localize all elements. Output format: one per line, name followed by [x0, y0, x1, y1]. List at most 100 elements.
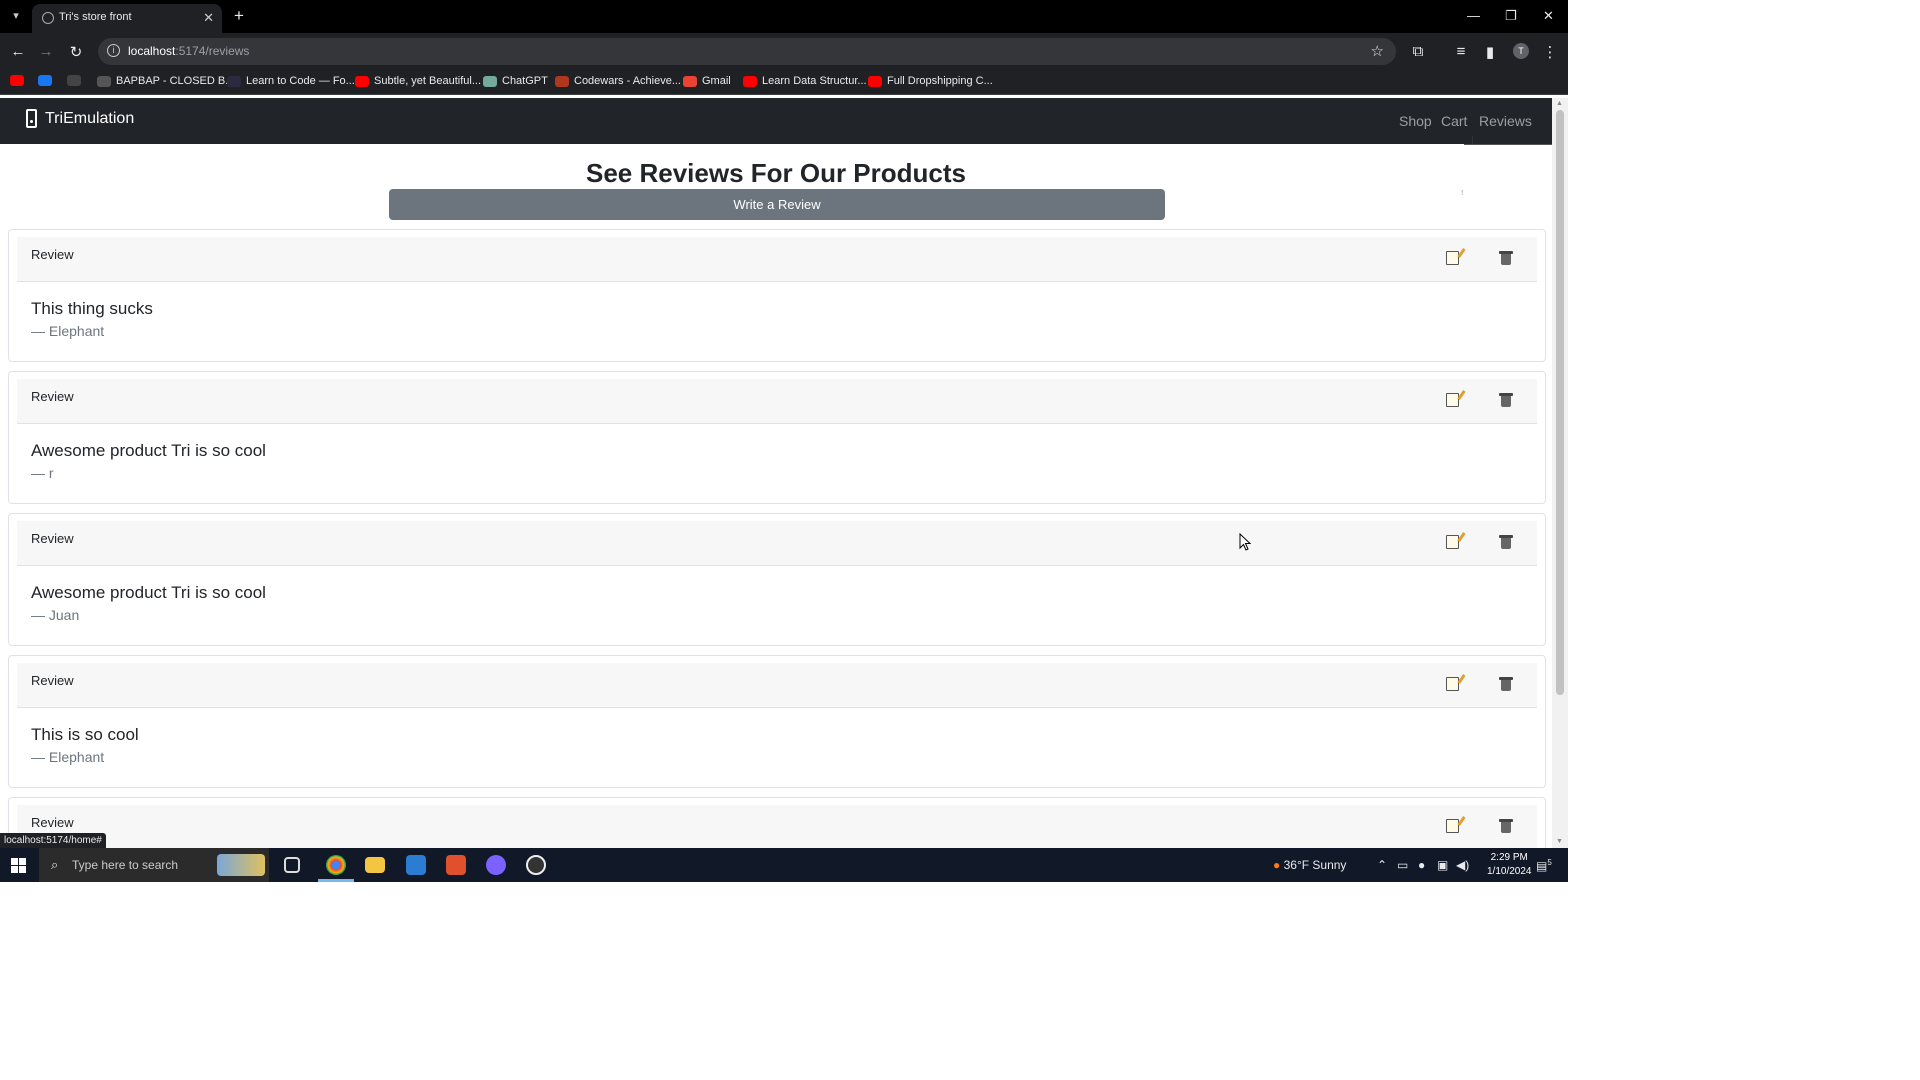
close-window-icon[interactable]: ✕ — [1543, 8, 1554, 24]
back-icon[interactable]: ← — [10, 43, 26, 60]
search-highlight-image — [217, 854, 265, 876]
bookmark-item[interactable]: Codewars - Achieve... — [555, 75, 681, 87]
weather-icon: ● — [1273, 858, 1281, 872]
menu-icon[interactable]: ⋮ — [1542, 43, 1558, 61]
review-text: Awesome product Tri is so cool — [31, 583, 266, 602]
bookmark-item[interactable] — [10, 75, 24, 86]
bookmark-favicon-icon — [483, 75, 497, 87]
review-text: This thing sucks — [31, 299, 153, 318]
review-card-header: Review — [17, 237, 1537, 282]
bookmark-item[interactable]: Learn to Code — Fo... — [227, 75, 355, 87]
bookmark-item[interactable]: Learn Data Structur... — [743, 75, 867, 87]
scroll-down-icon[interactable]: ▼ — [1556, 838, 1563, 845]
bookmark-item[interactable]: Full Dropshipping C... — [868, 75, 993, 87]
active-app-indicator — [318, 879, 354, 882]
bookmark-item[interactable]: Subtle, yet Beautiful... — [355, 75, 481, 87]
bookmark-item[interactable]: Gmail — [683, 75, 731, 87]
write-review-button[interactable]: Write a Review — [389, 189, 1165, 220]
bookmark-label: Learn to Code — Fo... — [246, 75, 355, 87]
browser-tabstrip: ▾ Tri's store front ✕ + — ❐ ✕ — [0, 0, 1568, 33]
tray-device-icon[interactable]: ▭ — [1397, 858, 1408, 872]
nav-cart[interactable]: Cart — [1441, 113, 1467, 129]
review-card: Review This is so cool — Elephant — [8, 655, 1546, 788]
review-card-header: Review — [17, 521, 1537, 566]
scroll-up-icon[interactable]: ▲ — [1556, 100, 1563, 107]
notification-icon[interactable]: ▤5 — [1536, 858, 1552, 873]
close-tab-icon[interactable]: ✕ — [203, 10, 214, 26]
taskbar-search-placeholder: Type here to search — [72, 858, 179, 872]
bookmark-favicon-icon — [97, 75, 111, 87]
restore-icon[interactable]: ❐ — [1505, 8, 1517, 24]
delete-review-icon[interactable] — [1499, 393, 1513, 407]
discord-icon[interactable] — [486, 855, 506, 875]
bookmark-favicon-icon — [683, 75, 697, 87]
profile-avatar[interactable]: T — [1513, 43, 1529, 59]
bookmarks-bar: BAPBAP - CLOSED B... Learn to Code — Fo..… — [0, 70, 1568, 95]
volume-icon[interactable]: ◀) — [1456, 858, 1469, 872]
nav-shop[interactable]: Shop — [1399, 113, 1432, 129]
edit-review-icon[interactable] — [1446, 819, 1459, 833]
url-text[interactable]: localhost:5174/reviews — [128, 44, 249, 58]
file-explorer-icon[interactable] — [365, 857, 385, 873]
app-orange-icon[interactable] — [446, 855, 466, 875]
tray-chevron-icon[interactable]: ⌃ — [1377, 858, 1387, 872]
tab-search-icon[interactable]: ▾ — [6, 6, 26, 26]
bookmark-favicon-icon — [355, 75, 369, 87]
delete-review-icon[interactable] — [1499, 819, 1513, 833]
delete-review-icon[interactable] — [1499, 251, 1513, 265]
vscode-icon[interactable] — [406, 855, 426, 875]
bookmark-favicon-icon — [67, 75, 81, 86]
brand-name: TriEmulation — [45, 109, 135, 127]
minimize-icon[interactable]: — — [1467, 8, 1480, 23]
edit-review-icon[interactable] — [1446, 535, 1459, 549]
forward-icon[interactable]: → — [38, 43, 54, 60]
taskbar-clock[interactable]: 2:29 PM 1/10/2024 — [1487, 851, 1532, 879]
review-author: — Juan — [31, 607, 80, 623]
new-tab-button[interactable]: + — [230, 6, 248, 26]
site-info-icon[interactable]: i — [107, 44, 120, 57]
page-scrollbar[interactable]: ▲ ▼ — [1552, 98, 1568, 848]
microphone-icon[interactable]: ● — [1418, 858, 1425, 872]
bookmark-favicon-icon — [38, 75, 52, 86]
task-view-icon[interactable] — [284, 857, 300, 873]
bookmark-item[interactable] — [38, 75, 52, 86]
windows-start-icon[interactable] — [11, 858, 26, 873]
review-author: — Elephant — [31, 749, 105, 765]
delete-review-icon[interactable] — [1499, 535, 1513, 549]
bookmark-item[interactable]: BAPBAP - CLOSED B... — [97, 75, 234, 87]
network-icon[interactable]: ▣ — [1437, 858, 1448, 872]
brand-link[interactable]: TriEmulation — [26, 109, 134, 128]
phone-icon — [26, 109, 37, 128]
side-panel-icon[interactable]: ▮ — [1482, 43, 1498, 61]
bookmark-item[interactable] — [67, 75, 81, 86]
bookmark-star-icon[interactable]: ☆ — [1371, 42, 1384, 60]
edit-review-icon[interactable] — [1446, 251, 1459, 265]
scrollbar-thumb[interactable] — [1556, 110, 1564, 695]
address-bar[interactable]: i localhost:5174/reviews ☆ — [98, 38, 1396, 65]
bookmark-item[interactable]: ChatGPT — [483, 75, 548, 87]
media-control-icon[interactable]: ≡ — [1453, 43, 1469, 60]
taskbar-search[interactable]: ⌕ Type here to search — [39, 848, 269, 882]
bookmark-favicon-icon — [227, 75, 241, 87]
review-author: — r — [31, 465, 54, 481]
edit-review-icon[interactable] — [1446, 677, 1459, 691]
nav-reviews[interactable]: Reviews — [1479, 113, 1532, 129]
clock-date: 1/10/2024 — [1487, 866, 1532, 877]
edit-review-icon[interactable] — [1446, 393, 1459, 407]
chrome-taskbar-icon[interactable] — [326, 855, 346, 875]
extensions-icon[interactable]: ⧉ — [1410, 43, 1426, 60]
delete-review-icon[interactable] — [1499, 677, 1513, 691]
page-viewport: TriEmulation Shop Cart Reviews See Revie… — [0, 98, 1552, 848]
bookmark-label: Gmail — [702, 75, 731, 87]
obs-icon[interactable] — [526, 855, 546, 875]
review-header-label: Review — [31, 247, 74, 262]
review-header-label: Review — [31, 389, 74, 404]
bookmark-label: Subtle, yet Beautiful... — [374, 75, 482, 87]
browser-tab[interactable]: Tri's store front ✕ — [32, 4, 222, 33]
weather-widget[interactable]: ● 36°F Sunny — [1273, 858, 1346, 872]
browser-toolbar: ← → ↻ i localhost:5174/reviews ☆ ⧉ ≡ ▮ ⋮ — [0, 33, 1568, 70]
review-text: Awesome product Tri is so cool — [31, 441, 266, 460]
bookmark-favicon-icon — [743, 75, 757, 87]
clock-time: 2:29 PM — [1490, 852, 1528, 863]
reload-icon[interactable]: ↻ — [68, 43, 84, 61]
